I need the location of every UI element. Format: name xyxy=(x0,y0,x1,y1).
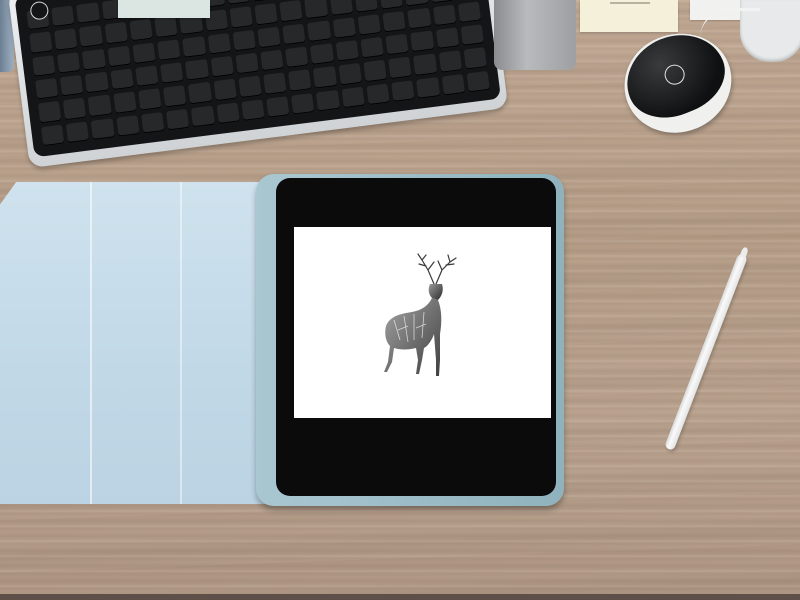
handwriting xyxy=(610,2,650,4)
sticky-note xyxy=(118,0,210,18)
case-fold-line xyxy=(180,182,182,504)
mouse-logo-icon xyxy=(661,61,688,88)
desk-edge xyxy=(0,594,800,600)
case-fold-line xyxy=(90,182,92,504)
tablet-case-cover xyxy=(0,182,270,504)
deer-artwork-icon xyxy=(384,253,457,376)
sticky-note xyxy=(580,0,678,32)
monitor-stand xyxy=(494,0,576,70)
